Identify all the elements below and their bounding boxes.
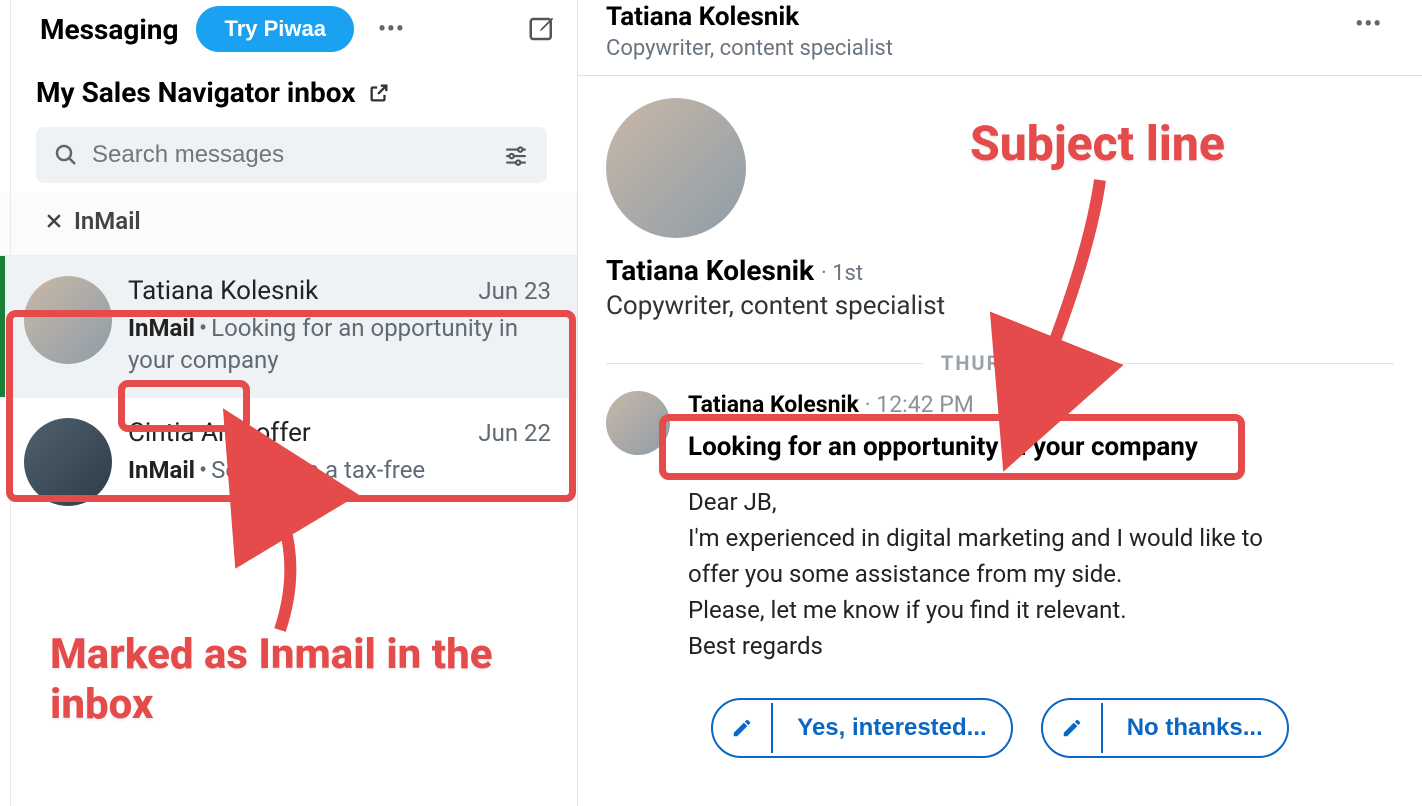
more-options-icon[interactable]: ••• [378, 17, 405, 42]
profile-degree: 1st [832, 261, 863, 286]
thread-tag: InMail [128, 314, 195, 342]
profile-name[interactable]: Tatiana Kolesnik [606, 254, 814, 287]
thread-item[interactable]: Tatiana Kolesnik Jun 23 InMail•Looking f… [0, 255, 577, 397]
thread-item[interactable]: Cintia Arnhoffer Jun 22 InMail•Setting u… [0, 397, 577, 526]
inmail-chip-label: InMail [74, 207, 141, 235]
reply-no-button[interactable]: No thanks... [1041, 698, 1289, 758]
filter-icon[interactable] [503, 142, 529, 168]
messaging-title: Messaging [40, 13, 178, 46]
day-label: THURSDAY [923, 351, 1077, 375]
thread-date: Jun 22 [478, 419, 551, 447]
close-icon [44, 211, 64, 231]
thread-date: Jun 23 [478, 277, 551, 305]
reply-no-label: No thanks... [1103, 700, 1287, 756]
sidebar-header: Messaging Try Piwaa ••• [0, 0, 577, 76]
profile-role: Copywriter, content specialist [606, 291, 1394, 321]
inbox-link-label: My Sales Navigator inbox [36, 76, 356, 109]
quick-reply-buttons: Yes, interested... No thanks... [578, 698, 1422, 758]
conversation-header-name[interactable]: Tatiana Kolesnik [606, 2, 893, 32]
pencil-icon [1043, 703, 1103, 753]
inmail-filter-chip[interactable]: InMail [0, 193, 577, 255]
reply-yes-button[interactable]: Yes, interested... [711, 698, 1012, 758]
avatar [24, 418, 112, 506]
day-separator: THURSDAY [606, 351, 1394, 375]
try-piwaa-button[interactable]: Try Piwaa [196, 6, 354, 52]
message-avatar[interactable] [606, 391, 670, 455]
message-body: Dear JB,I'm experienced in digital marke… [688, 484, 1312, 664]
reply-yes-label: Yes, interested... [773, 700, 1010, 756]
conversation-header-role: Copywriter, content specialist [606, 36, 893, 61]
external-link-icon [368, 82, 390, 104]
thread-name: Tatiana Kolesnik [128, 276, 318, 306]
conversation-header: Tatiana Kolesnik Copywriter, content spe… [578, 0, 1422, 76]
search-input[interactable] [92, 141, 503, 169]
messaging-sidebar: Messaging Try Piwaa ••• My Sales Navigat… [0, 0, 578, 806]
avatar [24, 276, 112, 364]
sales-navigator-inbox-link[interactable]: My Sales Navigator inbox [0, 76, 577, 127]
search-box[interactable] [36, 127, 547, 183]
thread-name: Cintia Arnhoffer [128, 418, 311, 448]
compose-icon[interactable] [527, 14, 557, 44]
profile-block: Tatiana Kolesnik · 1st Copywriter, conte… [578, 76, 1422, 321]
thread-tag: InMail [128, 456, 195, 484]
conversation-more-icon[interactable]: ••• [1355, 12, 1382, 37]
message-sender[interactable]: Tatiana Kolesnik [688, 391, 859, 418]
conversation-pane: Tatiana Kolesnik Copywriter, content spe… [578, 0, 1422, 806]
message: Tatiana Kolesnik · 12:42 PM Looking for … [578, 391, 1422, 664]
thread-preview: Setting up a tax-free [211, 456, 425, 484]
search-icon [54, 143, 78, 167]
profile-avatar[interactable] [606, 98, 746, 238]
message-subject: Looking for an opportunity in your compa… [688, 432, 1312, 462]
pencil-icon [713, 703, 773, 753]
message-time: 12:42 PM [876, 391, 974, 418]
